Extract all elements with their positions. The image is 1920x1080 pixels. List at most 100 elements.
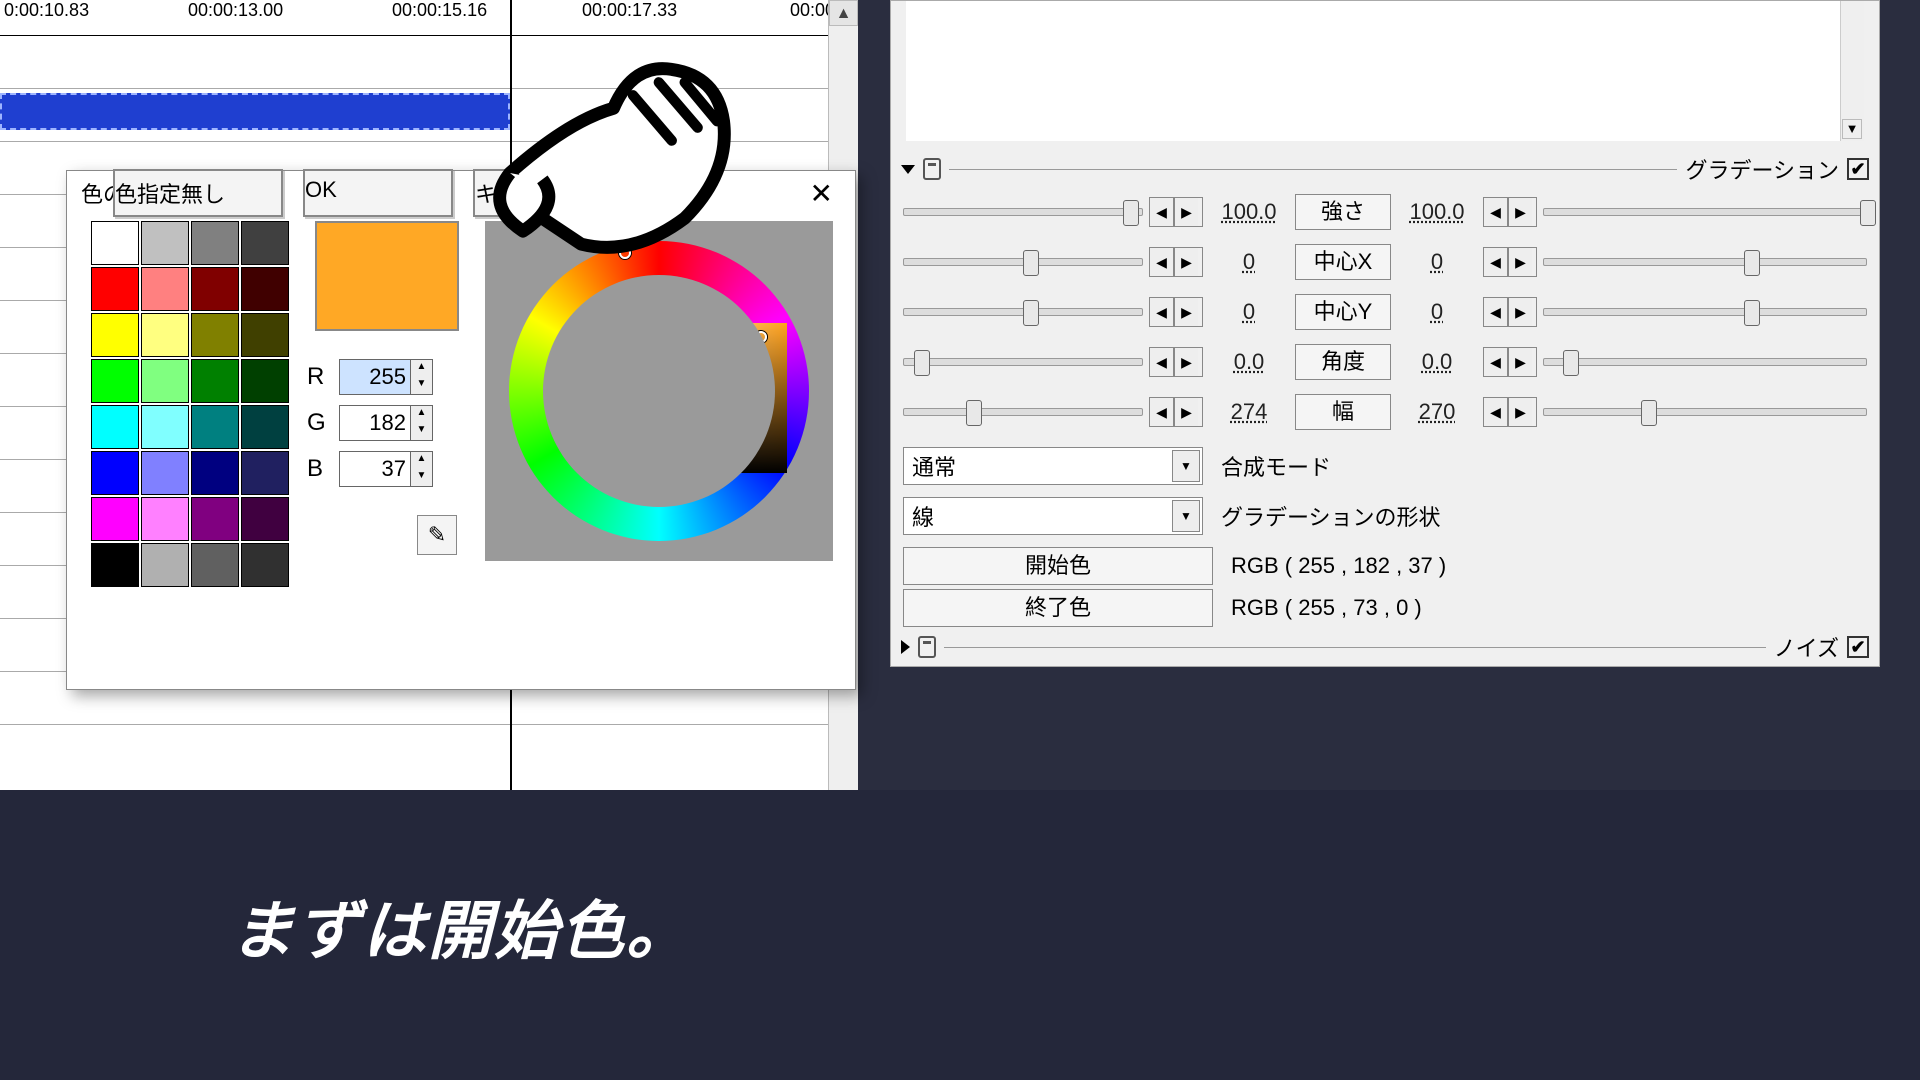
shape-combo[interactable]: 線 ▼ xyxy=(903,497,1203,535)
slider-left[interactable] xyxy=(903,358,1143,366)
saturation-value-picker[interactable] xyxy=(607,323,787,473)
slider-left[interactable] xyxy=(903,258,1143,266)
param-name-button[interactable]: 中心Y xyxy=(1295,294,1391,330)
red-input[interactable]: ▲▼ xyxy=(339,359,433,395)
chevron-down-icon[interactable]: ▼ xyxy=(1172,450,1200,482)
stepper-left[interactable]: ◀▶ xyxy=(1149,397,1203,427)
blue-input[interactable]: ▲▼ xyxy=(339,451,433,487)
step-left-icon[interactable]: ◀ xyxy=(1484,398,1508,426)
start-color-button[interactable]: 開始色 xyxy=(903,547,1213,585)
color-swatch[interactable] xyxy=(141,497,189,541)
step-left-icon[interactable]: ◀ xyxy=(1150,398,1174,426)
step-left-icon[interactable]: ◀ xyxy=(1484,348,1508,376)
stepper-left[interactable]: ◀▶ xyxy=(1149,247,1203,277)
value-left[interactable]: 274 xyxy=(1209,399,1289,425)
slider-left[interactable] xyxy=(903,308,1143,316)
color-swatch[interactable] xyxy=(241,405,289,449)
spin-up-icon[interactable]: ▲ xyxy=(410,452,432,469)
step-left-icon[interactable]: ◀ xyxy=(1150,348,1174,376)
step-left-icon[interactable]: ◀ xyxy=(1484,298,1508,326)
param-name-button[interactable]: 中心X xyxy=(1295,244,1391,280)
color-swatch[interactable] xyxy=(241,221,289,265)
color-swatch[interactable] xyxy=(191,543,239,587)
color-swatch[interactable] xyxy=(241,543,289,587)
step-left-icon[interactable]: ◀ xyxy=(1150,198,1174,226)
timeline-ruler[interactable]: 0:00:10.83 00:00:13.00 00:00:15.16 00:00… xyxy=(0,0,858,36)
stepper-right[interactable]: ◀▶ xyxy=(1483,397,1537,427)
end-color-button[interactable]: 終了色 xyxy=(903,589,1213,627)
color-swatch[interactable] xyxy=(141,543,189,587)
section-header-gradient[interactable]: グラデーション ✔ xyxy=(901,153,1869,185)
param-name-button[interactable]: 強さ xyxy=(1295,194,1391,230)
color-swatch[interactable] xyxy=(91,267,139,311)
sv-handle[interactable] xyxy=(755,331,767,343)
stepper-right[interactable]: ◀▶ xyxy=(1483,197,1537,227)
ok-button[interactable]: OK xyxy=(303,169,453,217)
stepper-left[interactable]: ◀▶ xyxy=(1149,297,1203,327)
color-swatch[interactable] xyxy=(241,451,289,495)
value-right[interactable]: 100.0 xyxy=(1397,199,1477,225)
param-name-button[interactable]: 幅 xyxy=(1295,394,1391,430)
spin-up-icon[interactable]: ▲ xyxy=(410,406,432,423)
step-right-icon[interactable]: ▶ xyxy=(1174,298,1198,326)
color-swatch[interactable] xyxy=(91,359,139,403)
eyedropper-icon[interactable]: ✎ xyxy=(417,515,457,555)
color-swatch[interactable] xyxy=(141,221,189,265)
blue-value[interactable] xyxy=(340,452,410,486)
step-right-icon[interactable]: ▶ xyxy=(1508,248,1532,276)
color-swatch[interactable] xyxy=(91,313,139,357)
stepper-right[interactable]: ◀▶ xyxy=(1483,347,1537,377)
slider-right[interactable] xyxy=(1543,308,1867,316)
step-right-icon[interactable]: ▶ xyxy=(1508,198,1532,226)
color-swatch[interactable] xyxy=(91,543,139,587)
color-swatch[interactable] xyxy=(191,405,239,449)
step-left-icon[interactable]: ◀ xyxy=(1150,298,1174,326)
stepper-left[interactable]: ◀▶ xyxy=(1149,347,1203,377)
chevron-down-icon[interactable]: ▼ xyxy=(1172,500,1200,532)
keyframe-icon[interactable] xyxy=(918,636,936,658)
step-right-icon[interactable]: ▶ xyxy=(1174,248,1198,276)
value-right[interactable]: 0 xyxy=(1397,249,1477,275)
color-swatch[interactable] xyxy=(91,497,139,541)
step-right-icon[interactable]: ▶ xyxy=(1174,398,1198,426)
timeline-clip[interactable] xyxy=(0,93,510,130)
param-name-button[interactable]: 角度 xyxy=(1295,344,1391,380)
color-swatch[interactable] xyxy=(191,451,239,495)
step-right-icon[interactable]: ▶ xyxy=(1508,348,1532,376)
expand-icon[interactable] xyxy=(901,640,910,654)
step-left-icon[interactable]: ◀ xyxy=(1484,198,1508,226)
slider-right[interactable] xyxy=(1543,408,1867,416)
spin-down-icon[interactable]: ▼ xyxy=(410,423,432,440)
value-left[interactable]: 0 xyxy=(1209,299,1289,325)
section-enable-checkbox[interactable]: ✔ xyxy=(1847,158,1869,180)
value-left[interactable]: 0.0 xyxy=(1209,349,1289,375)
color-swatch[interactable] xyxy=(141,267,189,311)
slider-right[interactable] xyxy=(1543,358,1867,366)
value-right[interactable]: 270 xyxy=(1397,399,1477,425)
stepper-right[interactable]: ◀▶ xyxy=(1483,297,1537,327)
color-swatch[interactable] xyxy=(191,359,239,403)
scroll-down-icon[interactable]: ▼ xyxy=(1842,119,1862,139)
no-color-button[interactable]: 色指定無し xyxy=(113,169,283,217)
value-right[interactable]: 0.0 xyxy=(1397,349,1477,375)
collapse-icon[interactable] xyxy=(901,165,915,174)
step-left-icon[interactable]: ◀ xyxy=(1484,248,1508,276)
color-swatch[interactable] xyxy=(241,267,289,311)
color-swatch[interactable] xyxy=(191,267,239,311)
slider-right[interactable] xyxy=(1543,258,1867,266)
color-swatch[interactable] xyxy=(191,221,239,265)
step-right-icon[interactable]: ▶ xyxy=(1508,298,1532,326)
red-value[interactable] xyxy=(340,360,410,394)
green-value[interactable] xyxy=(340,406,410,440)
section-enable-checkbox[interactable]: ✔ xyxy=(1847,636,1869,658)
value-left[interactable]: 100.0 xyxy=(1209,199,1289,225)
color-swatch[interactable] xyxy=(91,451,139,495)
stepper-right[interactable]: ◀▶ xyxy=(1483,247,1537,277)
value-right[interactable]: 0 xyxy=(1397,299,1477,325)
section-header-noise[interactable]: ノイズ ✔ xyxy=(901,631,1869,663)
green-input[interactable]: ▲▼ xyxy=(339,405,433,441)
color-swatch[interactable] xyxy=(241,497,289,541)
spin-down-icon[interactable]: ▼ xyxy=(410,377,432,394)
color-swatch[interactable] xyxy=(241,359,289,403)
spin-up-icon[interactable]: ▲ xyxy=(410,360,432,377)
